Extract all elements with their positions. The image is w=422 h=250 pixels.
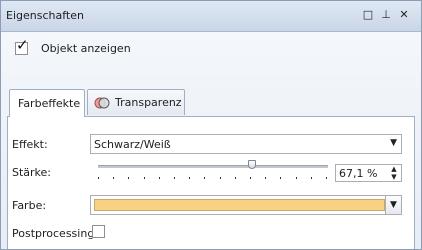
color-picker[interactable]: ▼ bbox=[90, 195, 402, 215]
effect-label: Effekt: bbox=[12, 138, 48, 151]
chevron-down-icon: ▼ bbox=[390, 200, 397, 210]
slider-tick bbox=[235, 177, 236, 179]
strength-spinbox[interactable]: 67,1 % ▲ ▼ bbox=[335, 164, 402, 182]
close-button[interactable]: ✕ bbox=[397, 8, 411, 22]
strength-slider[interactable] bbox=[98, 159, 328, 181]
slider-tick bbox=[204, 177, 205, 179]
show-object-row: ✓ Objekt anzeigen bbox=[15, 37, 131, 56]
slider-tick bbox=[220, 177, 221, 179]
slider-tick bbox=[265, 177, 266, 179]
slider-tick bbox=[280, 177, 281, 179]
tab-transparency-label: Transparenz bbox=[115, 96, 182, 109]
show-object-label: Objekt anzeigen bbox=[41, 41, 131, 55]
slider-tick bbox=[144, 177, 145, 179]
tab-color-effects[interactable]: Farbeffekte bbox=[9, 89, 85, 117]
transparency-icon bbox=[94, 97, 110, 108]
postprocessing-label: Postprocessing bbox=[12, 227, 95, 240]
effect-select[interactable]: Schwarz/Weiß ▼ bbox=[90, 134, 402, 154]
checkmark-icon: ✓ bbox=[16, 35, 29, 54]
tab-transparency[interactable]: Transparenz bbox=[87, 89, 185, 115]
show-object-checkbox[interactable]: ✓ bbox=[15, 37, 29, 55]
slider-tick bbox=[98, 177, 99, 179]
color-dropdown-button[interactable]: ▼ bbox=[385, 196, 401, 214]
slider-tick bbox=[296, 177, 297, 179]
slider-tick bbox=[189, 177, 190, 179]
color-effects-panel: Effekt: Schwarz/Weiß ▼ Stärke: 67,1 % ▲ … bbox=[7, 116, 415, 249]
slider-tick bbox=[311, 177, 312, 179]
slider-tick bbox=[113, 177, 114, 179]
properties-content: ✓ Objekt anzeigen Farbeffekte Transparen… bbox=[1, 32, 421, 249]
tab-color-effects-label: Farbeffekte bbox=[18, 97, 81, 110]
color-swatch bbox=[94, 199, 385, 211]
window-title: Eigenschaften bbox=[6, 9, 84, 22]
properties-window: Eigenschaften □ ⊥ ✕ ✓ Objekt anzeigen Fa… bbox=[0, 0, 422, 250]
slider-tick bbox=[326, 177, 327, 179]
pin-button[interactable]: ⊥ bbox=[379, 8, 393, 22]
strength-value: 67,1 % bbox=[339, 167, 378, 180]
spin-down-icon[interactable]: ▼ bbox=[388, 173, 400, 181]
chevron-down-icon: ▼ bbox=[390, 138, 397, 148]
effect-select-value: Schwarz/Weiß bbox=[94, 138, 171, 151]
title-bar: Eigenschaften □ ⊥ ✕ bbox=[1, 1, 421, 32]
slider-tick bbox=[250, 177, 251, 179]
slider-tick bbox=[159, 177, 160, 179]
spin-up-icon[interactable]: ▲ bbox=[388, 165, 400, 173]
slider-tick bbox=[174, 177, 175, 179]
color-label: Farbe: bbox=[12, 199, 47, 212]
slider-tick bbox=[128, 177, 129, 179]
restore-button[interactable]: □ bbox=[361, 8, 375, 22]
postprocessing-checkbox[interactable] bbox=[92, 225, 105, 238]
strength-label: Stärke: bbox=[12, 166, 52, 179]
slider-track bbox=[98, 165, 328, 168]
